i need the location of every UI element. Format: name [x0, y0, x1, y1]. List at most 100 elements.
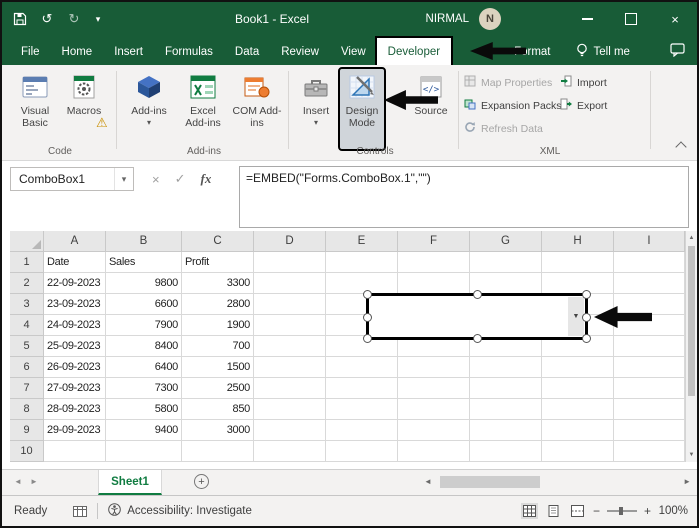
visual-basic-button[interactable]: Visual Basic [12, 69, 58, 149]
cell-C1[interactable]: Profit [182, 252, 254, 273]
minimize-button[interactable] [565, 2, 609, 36]
tell-me-button[interactable]: Tell me [576, 38, 630, 65]
cell-D4[interactable] [254, 315, 326, 336]
sheet-nav-left-icon[interactable]: ◄ [14, 477, 22, 486]
column-header-B[interactable]: B [106, 231, 182, 252]
page-break-view-icon[interactable] [569, 503, 586, 519]
column-header-I[interactable]: I [614, 231, 685, 252]
tab-home[interactable]: Home [51, 38, 104, 65]
macro-record-icon[interactable] [73, 505, 88, 517]
expansion-packs-button[interactable]: Expansion Packs [464, 97, 562, 114]
cell-H6[interactable] [542, 357, 614, 378]
selection-handle[interactable] [363, 290, 372, 299]
cell-E6[interactable] [326, 357, 398, 378]
undo-icon[interactable]: ↺ [39, 11, 55, 27]
tab-developer[interactable]: Developer [374, 36, 454, 67]
cell-C8[interactable]: 850 [182, 399, 254, 420]
name-box-dropdown-icon[interactable]: ▾ [114, 168, 133, 190]
cell-G6[interactable] [470, 357, 542, 378]
cell-C9[interactable]: 3000 [182, 420, 254, 441]
cell-C10[interactable] [182, 441, 254, 462]
cell-B6[interactable]: 6400 [106, 357, 182, 378]
cell-E1[interactable] [326, 252, 398, 273]
cell-B3[interactable]: 6600 [106, 294, 182, 315]
cell-C6[interactable]: 1500 [182, 357, 254, 378]
cell-G7[interactable] [470, 378, 542, 399]
zoom-out-icon[interactable]: − [593, 504, 600, 518]
cell-F9[interactable] [398, 420, 470, 441]
cell-G10[interactable] [470, 441, 542, 462]
cell-D7[interactable] [254, 378, 326, 399]
tab-formulas[interactable]: Formulas [154, 38, 224, 65]
row-header-10[interactable]: 10 [10, 441, 44, 462]
save-icon[interactable] [12, 11, 28, 27]
cell-A2[interactable]: 22-09-2023 [44, 273, 106, 294]
cell-C4[interactable]: 1900 [182, 315, 254, 336]
cell-C3[interactable]: 2800 [182, 294, 254, 315]
row-header-8[interactable]: 8 [10, 399, 44, 420]
row-header-1[interactable]: 1 [10, 252, 44, 273]
cell-B5[interactable]: 8400 [106, 336, 182, 357]
tab-file[interactable]: File [10, 38, 51, 65]
tab-insert[interactable]: Insert [103, 38, 154, 65]
selection-handle[interactable] [473, 290, 482, 299]
cell-H2[interactable] [542, 273, 614, 294]
cell-F6[interactable] [398, 357, 470, 378]
cell-I1[interactable] [614, 252, 685, 273]
row-header-5[interactable]: 5 [10, 336, 44, 357]
macro-security-warning-icon[interactable]: ⚠ [96, 115, 108, 131]
cell-D1[interactable] [254, 252, 326, 273]
tab-review[interactable]: Review [270, 38, 330, 65]
scroll-down-icon[interactable]: ▼ [686, 448, 697, 462]
cell-I10[interactable] [614, 441, 685, 462]
selection-handle[interactable] [363, 334, 372, 343]
row-header-7[interactable]: 7 [10, 378, 44, 399]
sheet-tab-sheet1[interactable]: Sheet1 [98, 470, 162, 495]
cell-C7[interactable]: 2500 [182, 378, 254, 399]
cell-D6[interactable] [254, 357, 326, 378]
column-header-D[interactable]: D [254, 231, 326, 252]
cell-A5[interactable]: 25-09-2023 [44, 336, 106, 357]
column-header-C[interactable]: C [182, 231, 254, 252]
sheet-nav-right-icon[interactable]: ► [30, 477, 38, 486]
cell-G8[interactable] [470, 399, 542, 420]
cell-B10[interactable] [106, 441, 182, 462]
cell-B1[interactable]: Sales [106, 252, 182, 273]
selection-handle[interactable] [582, 312, 591, 322]
cell-A7[interactable]: 27-09-2023 [44, 378, 106, 399]
select-all-corner[interactable] [10, 231, 44, 252]
cell-F1[interactable] [398, 252, 470, 273]
cell-A9[interactable]: 29-09-2023 [44, 420, 106, 441]
cell-A4[interactable]: 24-09-2023 [44, 315, 106, 336]
new-sheet-button[interactable]: + [194, 474, 209, 489]
cell-B8[interactable]: 5800 [106, 399, 182, 420]
cell-D9[interactable] [254, 420, 326, 441]
name-box[interactable]: ComboBox1 ▾ [10, 167, 134, 191]
cell-D3[interactable] [254, 294, 326, 315]
insert-function-icon[interactable]: fx [201, 171, 212, 187]
cell-A8[interactable]: 28-09-2023 [44, 399, 106, 420]
insert-control-button[interactable]: Insert ▾ [296, 69, 336, 149]
row-header-9[interactable]: 9 [10, 420, 44, 441]
cell-H10[interactable] [542, 441, 614, 462]
cell-D8[interactable] [254, 399, 326, 420]
cell-C5[interactable]: 700 [182, 336, 254, 357]
customize-toolbar-icon[interactable]: ▾ [93, 11, 103, 27]
cell-F10[interactable] [398, 441, 470, 462]
zoom-in-icon[interactable]: + [644, 504, 651, 518]
cell-E2[interactable] [326, 273, 398, 294]
cell-I9[interactable] [614, 420, 685, 441]
cell-D2[interactable] [254, 273, 326, 294]
selection-handle[interactable] [363, 312, 372, 322]
column-header-F[interactable]: F [398, 231, 470, 252]
column-header-E[interactable]: E [326, 231, 398, 252]
redo-icon[interactable]: ↻ [66, 11, 82, 27]
cell-F7[interactable] [398, 378, 470, 399]
zoom-slider[interactable] [606, 507, 637, 515]
cell-D10[interactable] [254, 441, 326, 462]
selection-handle[interactable] [473, 334, 482, 343]
maximize-button[interactable] [609, 2, 653, 36]
design-mode-button[interactable]: Design Mode [338, 67, 386, 151]
formula-input[interactable]: =EMBED("Forms.ComboBox.1","") [239, 166, 689, 228]
column-header-H[interactable]: H [542, 231, 614, 252]
